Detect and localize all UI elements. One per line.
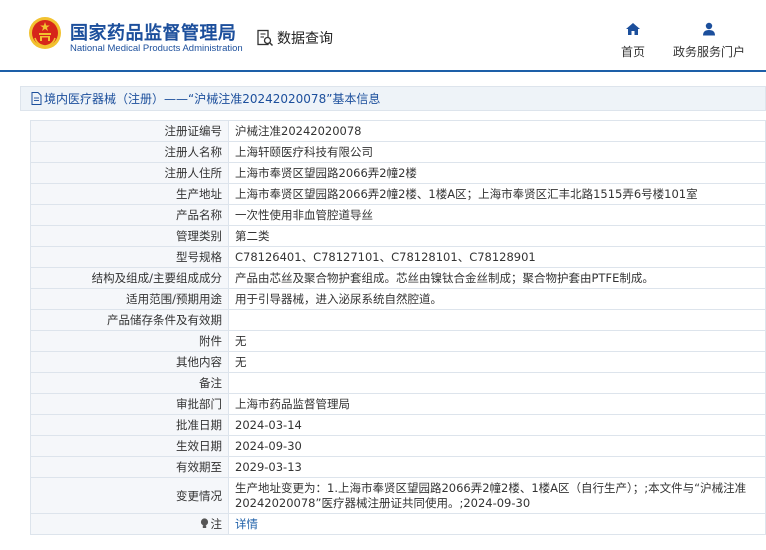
device-info-table: 注册证编号 沪械注准20242020078 注册人名称 上海轩颐医疗科技有限公司 注册人…: [30, 120, 766, 535]
nav-service-portal[interactable]: 政务服务门户: [668, 22, 750, 60]
site-title: 国家药品监督管理局: [70, 23, 237, 44]
field-label: 结构及组成/主要组成成分: [30, 267, 229, 289]
table-row: 审批部门 上海市药品监督管理局: [30, 393, 766, 415]
data-query-label: 数据查询: [277, 31, 333, 47]
note-label-cell: 注: [30, 513, 229, 535]
field-value: 用于引导器械，进入泌尿系统自然腔道。: [228, 288, 766, 310]
field-label: 附件: [30, 330, 229, 352]
document-search-icon: [257, 29, 274, 47]
nav-home-label: 首页: [620, 45, 645, 59]
field-label: 生产地址: [30, 183, 229, 205]
nav-home[interactable]: 首页: [616, 22, 650, 60]
table-row: 型号规格 C78126401、C78127101、C78128101、C78128…: [30, 246, 766, 268]
note-value-cell: 详情: [228, 513, 766, 535]
field-value: 上海市奉贤区望园路2066弄2幢2楼: [228, 162, 766, 184]
field-value: 一次性使用非血管腔道导丝: [228, 204, 766, 226]
note-label: 注: [210, 517, 223, 531]
field-label: 其他内容: [30, 351, 229, 373]
note-row: 注详情: [30, 513, 766, 535]
table-row: 生效日期 2024-09-30: [30, 435, 766, 457]
table-row: 注册人住所 上海市奉贤区望园路2066弄2幢2楼: [30, 162, 766, 184]
document-icon: [31, 92, 42, 105]
national-emblem-icon: [29, 17, 61, 49]
table-row: 结构及组成/主要组成成分 产品由芯丝及聚合物护套组成。芯丝由镍钛合金丝制成；聚合物…: [30, 267, 766, 289]
table-row: 注册人名称 上海轩颐医疗科技有限公司: [30, 141, 766, 163]
table-row: 产品名称 一次性使用非血管腔道导丝: [30, 204, 766, 226]
field-value: 沪械注准20242020078: [228, 120, 766, 142]
field-value: 2024-09-30: [228, 435, 766, 457]
field-label: 备注: [30, 372, 229, 394]
field-value: [228, 309, 766, 331]
site-subtitle: National Medical Products Administration: [70, 43, 243, 54]
field-value: 产品由芯丝及聚合物护套组成。芯丝由镍钛合金丝制成；聚合物护套由PTFE制成。: [228, 267, 766, 289]
lightbulb-icon: [200, 518, 208, 528]
field-label: 管理类别: [30, 225, 229, 247]
field-label: 批准日期: [30, 414, 229, 436]
breadcrumb: 境内医疗器械（注册）——“沪械注准20242020078”基本信息: [20, 86, 766, 111]
table-row: 变更情况 生产地址变更为：1.上海市奉贤区望园路2066弄2幢2楼、1楼A区（自行…: [30, 477, 766, 514]
field-label: 有效期至: [30, 456, 229, 478]
field-value: 第二类: [228, 225, 766, 247]
details-link[interactable]: 详情: [235, 517, 258, 531]
field-label: 型号规格: [30, 246, 229, 268]
table-row: 生产地址 上海市奉贤区望园路2066弄2幢2楼、1楼A区；上海市奉贤区汇丰北路15…: [30, 183, 766, 205]
table-row: 注册证编号 沪械注准20242020078: [30, 120, 766, 142]
field-label: 注册人住所: [30, 162, 229, 184]
site-header: 国家药品监督管理局 National Medical Products Admi…: [0, 0, 766, 72]
user-icon: [703, 22, 715, 36]
table-row: 批准日期 2024-03-14: [30, 414, 766, 436]
field-value: 上海市药品监督管理局: [228, 393, 766, 415]
breadcrumb-text: 境内医疗器械（注册）——“沪械注准20242020078”基本信息: [44, 92, 381, 106]
field-value: 2029-03-13: [228, 456, 766, 478]
home-icon: [626, 23, 640, 35]
table-row: 其他内容无: [30, 351, 766, 373]
field-value: 无: [228, 330, 766, 352]
table-row: 管理类别 第二类: [30, 225, 766, 247]
field-label: 产品名称: [30, 204, 229, 226]
field-value: 生产地址变更为：1.上海市奉贤区望园路2066弄2幢2楼、1楼A区（自行生产）；…: [228, 477, 766, 514]
field-label: 注册证编号: [30, 120, 229, 142]
table-row: 附件无: [30, 330, 766, 352]
field-value: 2024-03-14: [228, 414, 766, 436]
field-label: 产品储存条件及有效期: [30, 309, 229, 331]
field-value: 上海市奉贤区望园路2066弄2幢2楼、1楼A区；上海市奉贤区汇丰北路1515弄6…: [228, 183, 766, 205]
field-label: 适用范围/预期用途: [30, 288, 229, 310]
table-row: 备注: [30, 372, 766, 394]
field-value: 上海轩颐医疗科技有限公司: [228, 141, 766, 163]
table-row: 有效期至 2029-03-13: [30, 456, 766, 478]
field-label: 审批部门: [30, 393, 229, 415]
data-query-link[interactable]: 数据查询: [256, 28, 333, 48]
field-value: 无: [228, 351, 766, 373]
field-value: [228, 372, 766, 394]
nav-portal-label: 政务服务门户: [672, 45, 745, 59]
field-label: 生效日期: [30, 435, 229, 457]
table-row: 产品储存条件及有效期: [30, 309, 766, 331]
table-row: 适用范围/预期用途 用于引导器械，进入泌尿系统自然腔道。: [30, 288, 766, 310]
field-label: 注册人名称: [30, 141, 229, 163]
field-value: C78126401、C78127101、C78128101、C78128901: [228, 246, 766, 268]
field-label: 变更情况: [30, 477, 229, 514]
